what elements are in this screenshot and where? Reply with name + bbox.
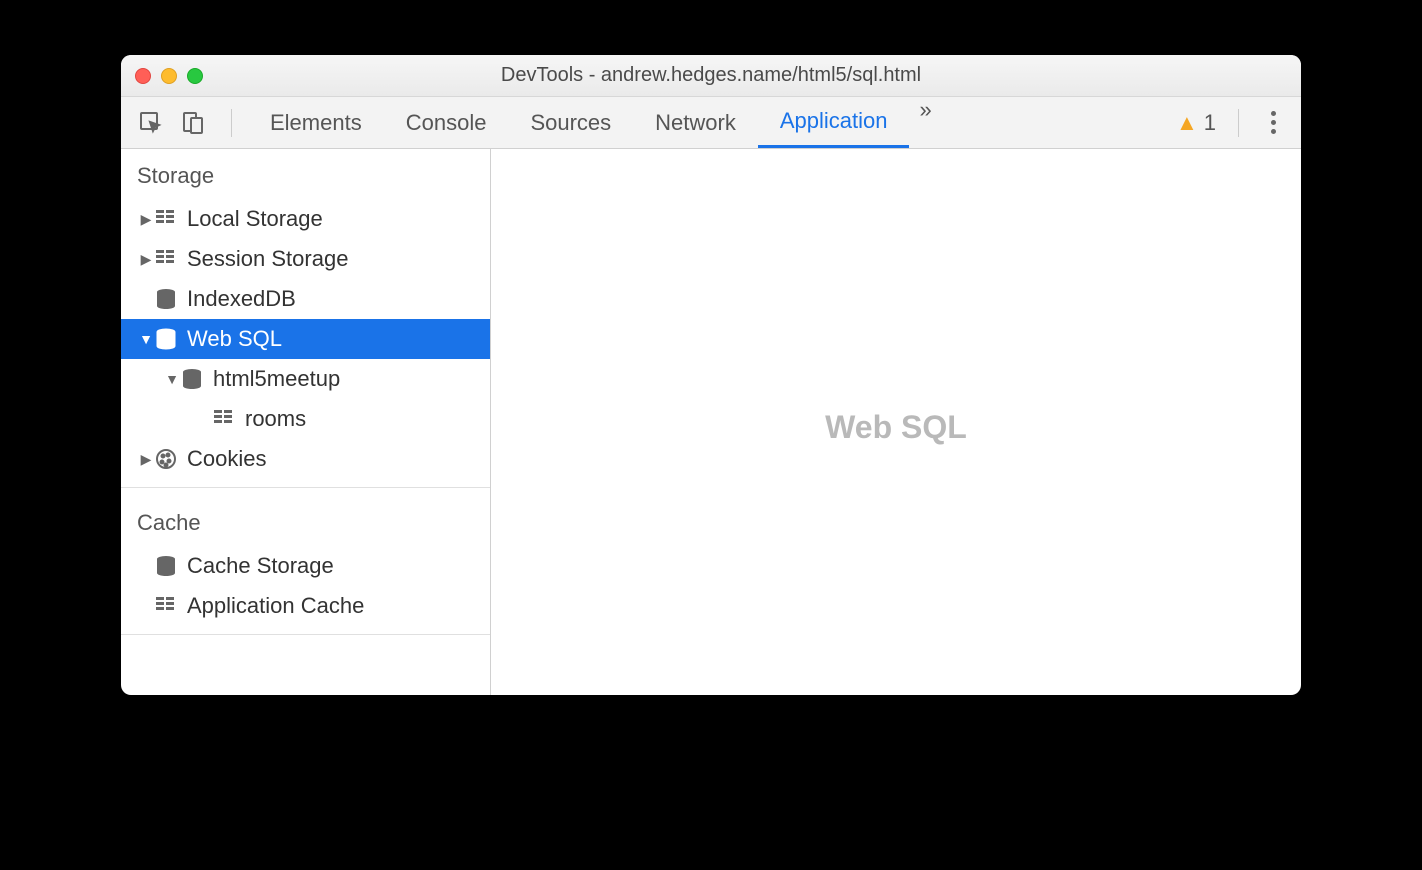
tab-console[interactable]: Console [384,97,509,148]
toolbar-left [129,111,215,135]
warning-icon: ▲ [1176,110,1198,136]
sidebar-item-label: IndexedDB [187,286,296,312]
sidebar-item-application-cache[interactable]: Application Cache [121,586,490,626]
panel-tabs: Elements Console Sources Network Applica… [248,97,942,148]
main-panel: Web SQL [491,149,1301,695]
storage-section-header: Storage [121,149,490,199]
sidebar-item-label: Cache Storage [187,553,334,579]
table-icon [153,246,179,272]
inspect-element-icon[interactable] [139,111,163,135]
minimize-icon[interactable] [161,68,177,84]
sidebar-item-label: html5meetup [213,366,340,392]
chevron-down-icon: ▼ [165,371,179,387]
table-icon [153,593,179,619]
warning-count: 1 [1204,110,1216,136]
sidebar-item-label: Web SQL [187,326,282,352]
cookie-icon [153,446,179,472]
tab-network[interactable]: Network [633,97,758,148]
sidebar-item-cookies[interactable]: ▶ Cookies [121,439,490,479]
tab-sources[interactable]: Sources [508,97,633,148]
chevron-down-icon: ▼ [139,331,153,347]
titlebar: DevTools - andrew.hedges.name/html5/sql.… [121,55,1301,97]
sidebar-item-cache-storage[interactable]: Cache Storage [121,546,490,586]
more-tabs-icon[interactable]: » [909,97,941,148]
table-icon [153,206,179,232]
main-heading: Web SQL [825,409,967,446]
window-controls [135,68,203,84]
application-sidebar: Storage ▶ Local Storage ▶ Session Storag… [121,149,491,695]
sidebar-item-local-storage[interactable]: ▶ Local Storage [121,199,490,239]
sidebar-item-session-storage[interactable]: ▶ Session Storage [121,239,490,279]
divider [121,634,490,635]
device-toolbar-icon[interactable] [181,111,205,135]
database-icon [153,326,179,352]
separator [231,109,232,137]
sidebar-item-label: Cookies [187,446,266,472]
cache-section-header: Cache [121,496,490,546]
database-icon [153,286,179,312]
zoom-icon[interactable] [187,68,203,84]
chevron-right-icon: ▶ [139,451,153,468]
toolbar: Elements Console Sources Network Applica… [121,97,1301,149]
database-icon [153,553,179,579]
sidebar-item-label: Application Cache [187,593,364,619]
sidebar-item-label: rooms [245,406,306,432]
separator [1238,109,1239,137]
toolbar-right: ▲ 1 [1176,109,1293,137]
sidebar-item-websql[interactable]: ▼ Web SQL [121,319,490,359]
sidebar-item-websql-database[interactable]: ▼ html5meetup [121,359,490,399]
panel-body: Storage ▶ Local Storage ▶ Session Storag… [121,149,1301,695]
devtools-window: DevTools - andrew.hedges.name/html5/sql.… [121,55,1301,695]
sidebar-item-indexeddb[interactable]: IndexedDB [121,279,490,319]
window-title: DevTools - andrew.hedges.name/html5/sql.… [121,64,1301,87]
tab-application[interactable]: Application [758,97,910,148]
divider [121,487,490,488]
sidebar-item-label: Session Storage [187,246,348,272]
sidebar-item-websql-table[interactable]: rooms [121,399,490,439]
close-icon[interactable] [135,68,151,84]
chevron-right-icon: ▶ [139,211,153,228]
settings-menu-icon[interactable] [1261,111,1285,134]
table-icon [211,406,237,432]
sidebar-item-label: Local Storage [187,206,323,232]
chevron-right-icon: ▶ [139,251,153,268]
database-icon [179,366,205,392]
tab-elements[interactable]: Elements [248,97,384,148]
warnings-badge[interactable]: ▲ 1 [1176,110,1216,136]
